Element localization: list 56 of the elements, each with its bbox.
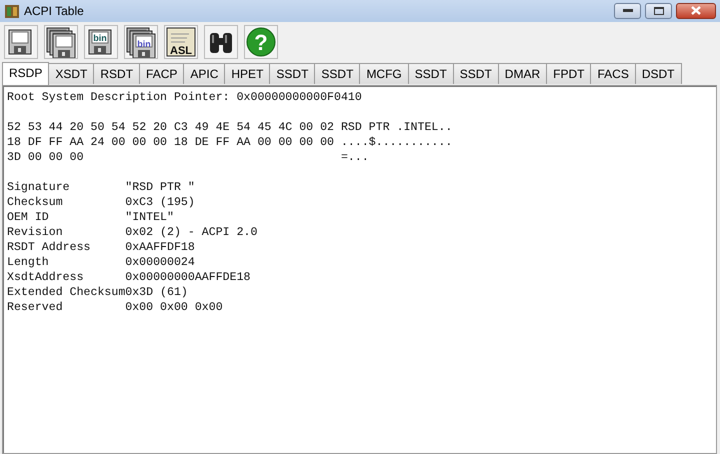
field-name: Revision <box>7 224 64 240</box>
field-value: "INTEL" <box>125 210 174 225</box>
toolbar-button[interactable] <box>4 24 38 59</box>
toolbar-button[interactable]: ? <box>244 24 278 59</box>
toolbar-button[interactable] <box>44 24 78 59</box>
maximize-icon <box>654 6 664 15</box>
hex-bytes: 52 53 44 20 50 54 52 20 C3 49 4E 54 45 4C 00 02 <box>7 120 335 135</box>
toolbar-button[interactable]: bin <box>84 24 118 59</box>
tab[interactable]: DSDT <box>634 62 682 84</box>
tab[interactable]: HPET <box>224 62 270 84</box>
field-value: 0xC3 (195) <box>125 194 195 210</box>
tab[interactable]: FACP <box>139 62 184 84</box>
field-name: Extended Checksum <box>7 284 126 300</box>
field-value: 0x00000000AAFFDE18 <box>125 270 250 285</box>
hex-bytes: 3D 00 00 00 <box>7 150 85 165</box>
tab[interactable]: MCFG <box>359 62 409 84</box>
minimize-button[interactable] <box>614 2 641 19</box>
tab[interactable]: APIC <box>183 62 226 84</box>
field-name: Reserved <box>7 300 64 315</box>
minimize-icon <box>622 8 632 13</box>
tab[interactable]: RSDT <box>93 62 140 84</box>
ascii-text: ....$........... <box>340 134 452 150</box>
field-value: 0xAAFFDF18 <box>125 240 195 255</box>
tab[interactable]: SSDT <box>452 62 499 84</box>
field-value: 0x3D (61) <box>125 284 188 300</box>
toolbar-button[interactable]: bin <box>124 24 158 59</box>
field-value: 0x00000024 <box>125 254 195 270</box>
tab[interactable]: SSDT <box>269 62 316 84</box>
tab[interactable]: FACS <box>590 62 636 84</box>
field-name: Checksum <box>7 194 64 210</box>
pointer-heading: Root System Description Pointer: 0x00000000000F0410 <box>7 90 363 105</box>
tab[interactable]: SSDT <box>408 62 454 84</box>
ascii-text: =... <box>340 150 369 165</box>
tab[interactable]: FPDT <box>546 62 592 84</box>
maximize-button[interactable] <box>645 2 672 19</box>
tab[interactable]: SSDT <box>314 62 360 84</box>
close-icon <box>691 6 701 16</box>
field-value: 0x02 (2) - ACPI 2.0 <box>125 224 258 240</box>
hex-bytes: 18 DF FF AA 24 00 00 00 18 DE FF AA 00 00 00 00 <box>7 134 335 150</box>
tab[interactable]: RSDP <box>2 62 50 85</box>
field-name: Signature <box>7 180 71 195</box>
tab[interactable]: DMAR <box>498 62 548 84</box>
field-value: "RSD PTR " <box>125 180 195 195</box>
field-name: Length <box>7 254 50 270</box>
window-title: ACPI Table <box>24 4 84 18</box>
tab[interactable]: XSDT <box>48 62 94 84</box>
floppy-stack-icon <box>45 26 77 58</box>
close-button[interactable] <box>676 2 716 19</box>
toolbar-button[interactable] <box>204 24 238 59</box>
toolbar-button[interactable]: ASL <box>164 24 198 59</box>
field-name: RSDT Address <box>7 240 92 255</box>
app-icon <box>4 2 20 19</box>
field-name: OEM ID <box>7 210 50 225</box>
ascii-text: RSD PTR .INTEL.. <box>340 120 452 135</box>
field-value: 0x00 0x00 0x00 <box>125 300 223 315</box>
field-name: XsdtAddress <box>7 270 85 285</box>
